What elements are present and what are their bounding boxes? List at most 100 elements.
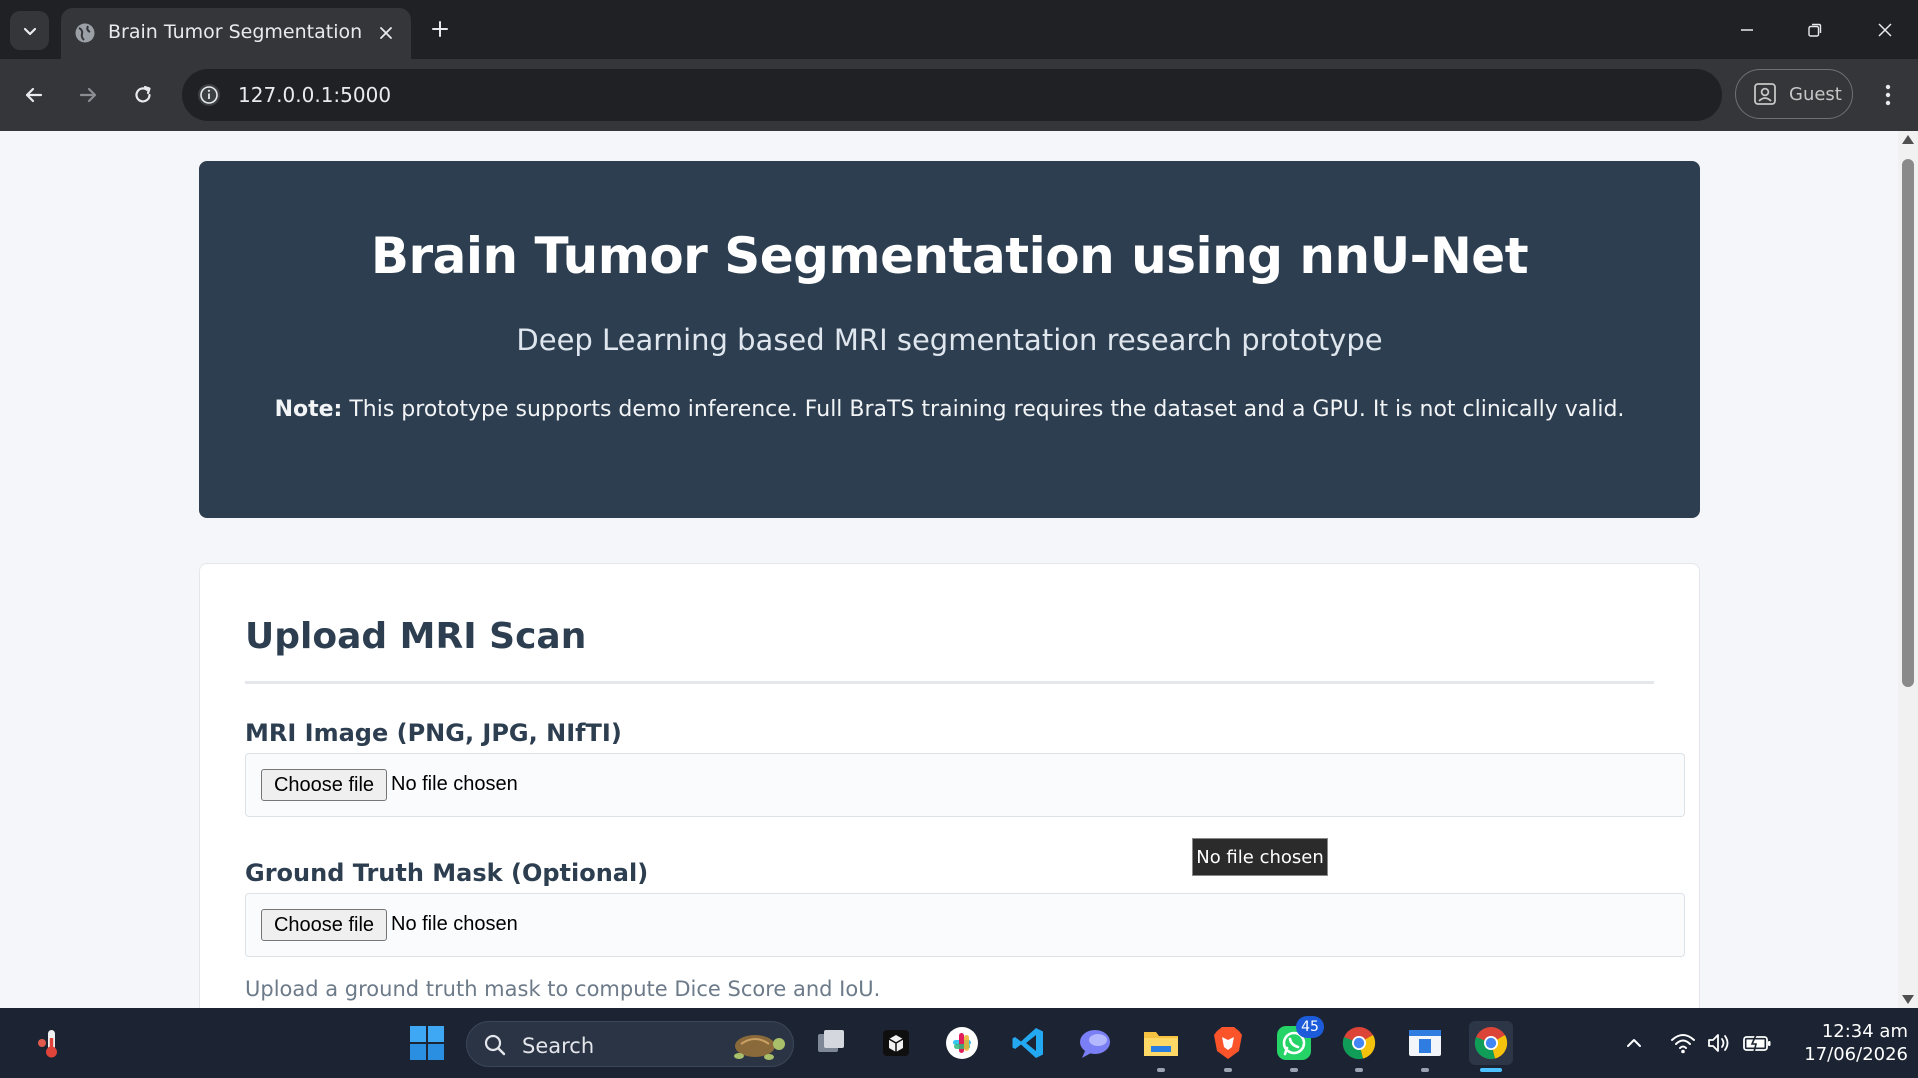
minimize-button[interactable] — [1725, 10, 1769, 50]
reload-icon — [135, 85, 151, 103]
plus-icon — [432, 21, 448, 37]
header-banner: Brain Tumor Segmentation using nnU-Net D… — [199, 161, 1700, 518]
file-input-tooltip: No file chosen — [1192, 838, 1328, 876]
tab-title: Brain Tumor Segmentation — [108, 21, 363, 43]
close-icon — [380, 27, 392, 39]
profile-icon — [1754, 83, 1776, 105]
tab-search-button[interactable] — [10, 11, 49, 50]
folder-icon — [1144, 1032, 1178, 1056]
taskbar-search[interactable]: Search — [466, 1021, 794, 1067]
task-view-icon — [818, 1030, 844, 1052]
clock-date: 17/06/2026 — [1804, 1044, 1908, 1065]
address-bar[interactable]: 127.0.0.1:5000 — [182, 69, 1722, 121]
notification-badge: 45 — [1296, 1016, 1324, 1038]
chevron-down-icon — [23, 27, 36, 35]
thermometer-icon — [38, 1030, 57, 1058]
url-text: 127.0.0.1:5000 — [238, 83, 392, 107]
disclaimer-note: Note: This prototype supports demo infer… — [199, 397, 1700, 422]
back-button[interactable] — [14, 75, 54, 115]
battery-button[interactable] — [1740, 1026, 1774, 1060]
browser-tab-strip: Brain Tumor Segmentation — [0, 0, 1918, 59]
vscode-icon — [1012, 1028, 1043, 1058]
window-app-icon — [1409, 1030, 1441, 1056]
tab-close-button[interactable] — [372, 19, 400, 47]
page-subtitle: Deep Learning based MRI segmentation res… — [516, 323, 1383, 357]
taskbar-app-slack[interactable] — [940, 1021, 984, 1065]
profile-label: Guest — [1789, 83, 1842, 105]
page-scrollbar[interactable] — [1898, 131, 1918, 1008]
divider — [245, 681, 1654, 684]
brave-lion-icon — [1214, 1027, 1242, 1059]
slack-icon — [946, 1027, 978, 1059]
restore-icon — [1808, 23, 1822, 37]
mask-hint-text: Upload a ground truth mask to compute Di… — [245, 977, 881, 1001]
ground-truth-mask-label: Ground Truth Mask (Optional) — [245, 859, 649, 887]
scroll-down-arrow-icon[interactable] — [1902, 995, 1914, 1004]
upload-card: Upload MRI Scan MRI Image (PNG, JPG, NIf… — [199, 563, 1700, 1008]
chevron-up-icon — [1627, 1039, 1641, 1047]
mri-choose-file-button[interactable]: Choose file — [261, 769, 387, 801]
minimize-icon — [1741, 29, 1753, 31]
browser-toolbar: 127.0.0.1:5000 Guest — [0, 59, 1918, 131]
chrome-icon — [1474, 1027, 1508, 1060]
taskbar-app-whatsapp[interactable]: 45 — [1272, 1016, 1324, 1072]
arrow-left-icon — [25, 87, 43, 103]
running-indicator — [1421, 1068, 1429, 1072]
active-indicator — [1480, 1068, 1502, 1072]
volume-button[interactable] — [1702, 1026, 1736, 1060]
clock-time: 12:34 am — [1821, 1021, 1908, 1042]
mri-image-label: MRI Image (PNG, JPG, NIfTI) — [245, 719, 622, 747]
mri-file-status: No file chosen — [391, 773, 518, 795]
taskbar-app-chrome-active[interactable] — [1469, 1021, 1513, 1072]
search-label: Search — [522, 1034, 595, 1058]
scroll-up-arrow-icon[interactable] — [1902, 135, 1914, 144]
arrow-right-icon — [79, 87, 97, 103]
weather-widget[interactable] — [26, 1021, 70, 1065]
taskbar-app-brave[interactable] — [1206, 1021, 1250, 1072]
page-viewport: Brain Tumor Segmentation using nnU-Net D… — [0, 131, 1898, 1008]
taskbar-app-vscode[interactable] — [1006, 1021, 1050, 1065]
tray-overflow-button[interactable] — [1617, 1026, 1651, 1060]
turtle-icon — [734, 1035, 785, 1060]
note-text: This prototype supports demo inference. … — [342, 397, 1625, 422]
page-title: Brain Tumor Segmentation using nnU-Net — [370, 227, 1529, 285]
note-label: Note: — [274, 397, 343, 422]
taskbar-app-chrome-profile[interactable] — [1337, 1021, 1381, 1072]
ground-truth-mask-file-input[interactable]: Choose file No file chosen — [245, 893, 1685, 957]
mask-choose-file-button[interactable]: Choose file — [261, 909, 387, 941]
cube-icon — [883, 1030, 909, 1056]
forward-button[interactable] — [68, 75, 108, 115]
reload-button[interactable] — [123, 75, 163, 115]
system-clock[interactable]: 12:34 am 17/06/2026 — [1788, 1020, 1908, 1066]
chat-icon — [1080, 1030, 1110, 1058]
profile-button[interactable]: Guest — [1735, 69, 1853, 119]
site-info-icon[interactable] — [195, 81, 223, 109]
chrome-icon — [1342, 1027, 1376, 1060]
task-view-button[interactable] — [809, 1021, 853, 1065]
running-indicator — [1290, 1068, 1298, 1072]
restore-button[interactable] — [1793, 10, 1837, 50]
more-vertical-icon — [1885, 84, 1891, 106]
speaker-icon — [1708, 1034, 1729, 1052]
search-icon — [484, 1034, 506, 1056]
taskbar-app-chat[interactable] — [1073, 1021, 1117, 1065]
scrollbar-thumb[interactable] — [1902, 159, 1914, 687]
start-button[interactable] — [405, 1021, 449, 1065]
wifi-icon — [1671, 1034, 1695, 1054]
taskbar-app-window[interactable] — [1403, 1021, 1447, 1072]
mask-file-status: No file chosen — [391, 913, 518, 935]
close-window-button[interactable] — [1863, 10, 1907, 50]
upload-heading: Upload MRI Scan — [245, 616, 587, 657]
running-indicator — [1157, 1068, 1165, 1072]
running-indicator — [1224, 1068, 1232, 1072]
new-tab-button[interactable] — [424, 13, 456, 45]
mri-image-file-input[interactable]: Choose file No file chosen — [245, 753, 1685, 817]
wifi-button[interactable] — [1666, 1026, 1700, 1060]
taskbar: Search 45 12:34 am 17/06/2026 — [0, 1008, 1918, 1078]
close-icon — [1878, 23, 1892, 37]
battery-charging-icon — [1743, 1034, 1771, 1053]
taskbar-app-box[interactable] — [874, 1021, 918, 1065]
browser-tab-active[interactable]: Brain Tumor Segmentation — [61, 8, 411, 59]
taskbar-app-file-explorer[interactable] — [1139, 1021, 1183, 1072]
browser-menu-button[interactable] — [1870, 75, 1906, 115]
